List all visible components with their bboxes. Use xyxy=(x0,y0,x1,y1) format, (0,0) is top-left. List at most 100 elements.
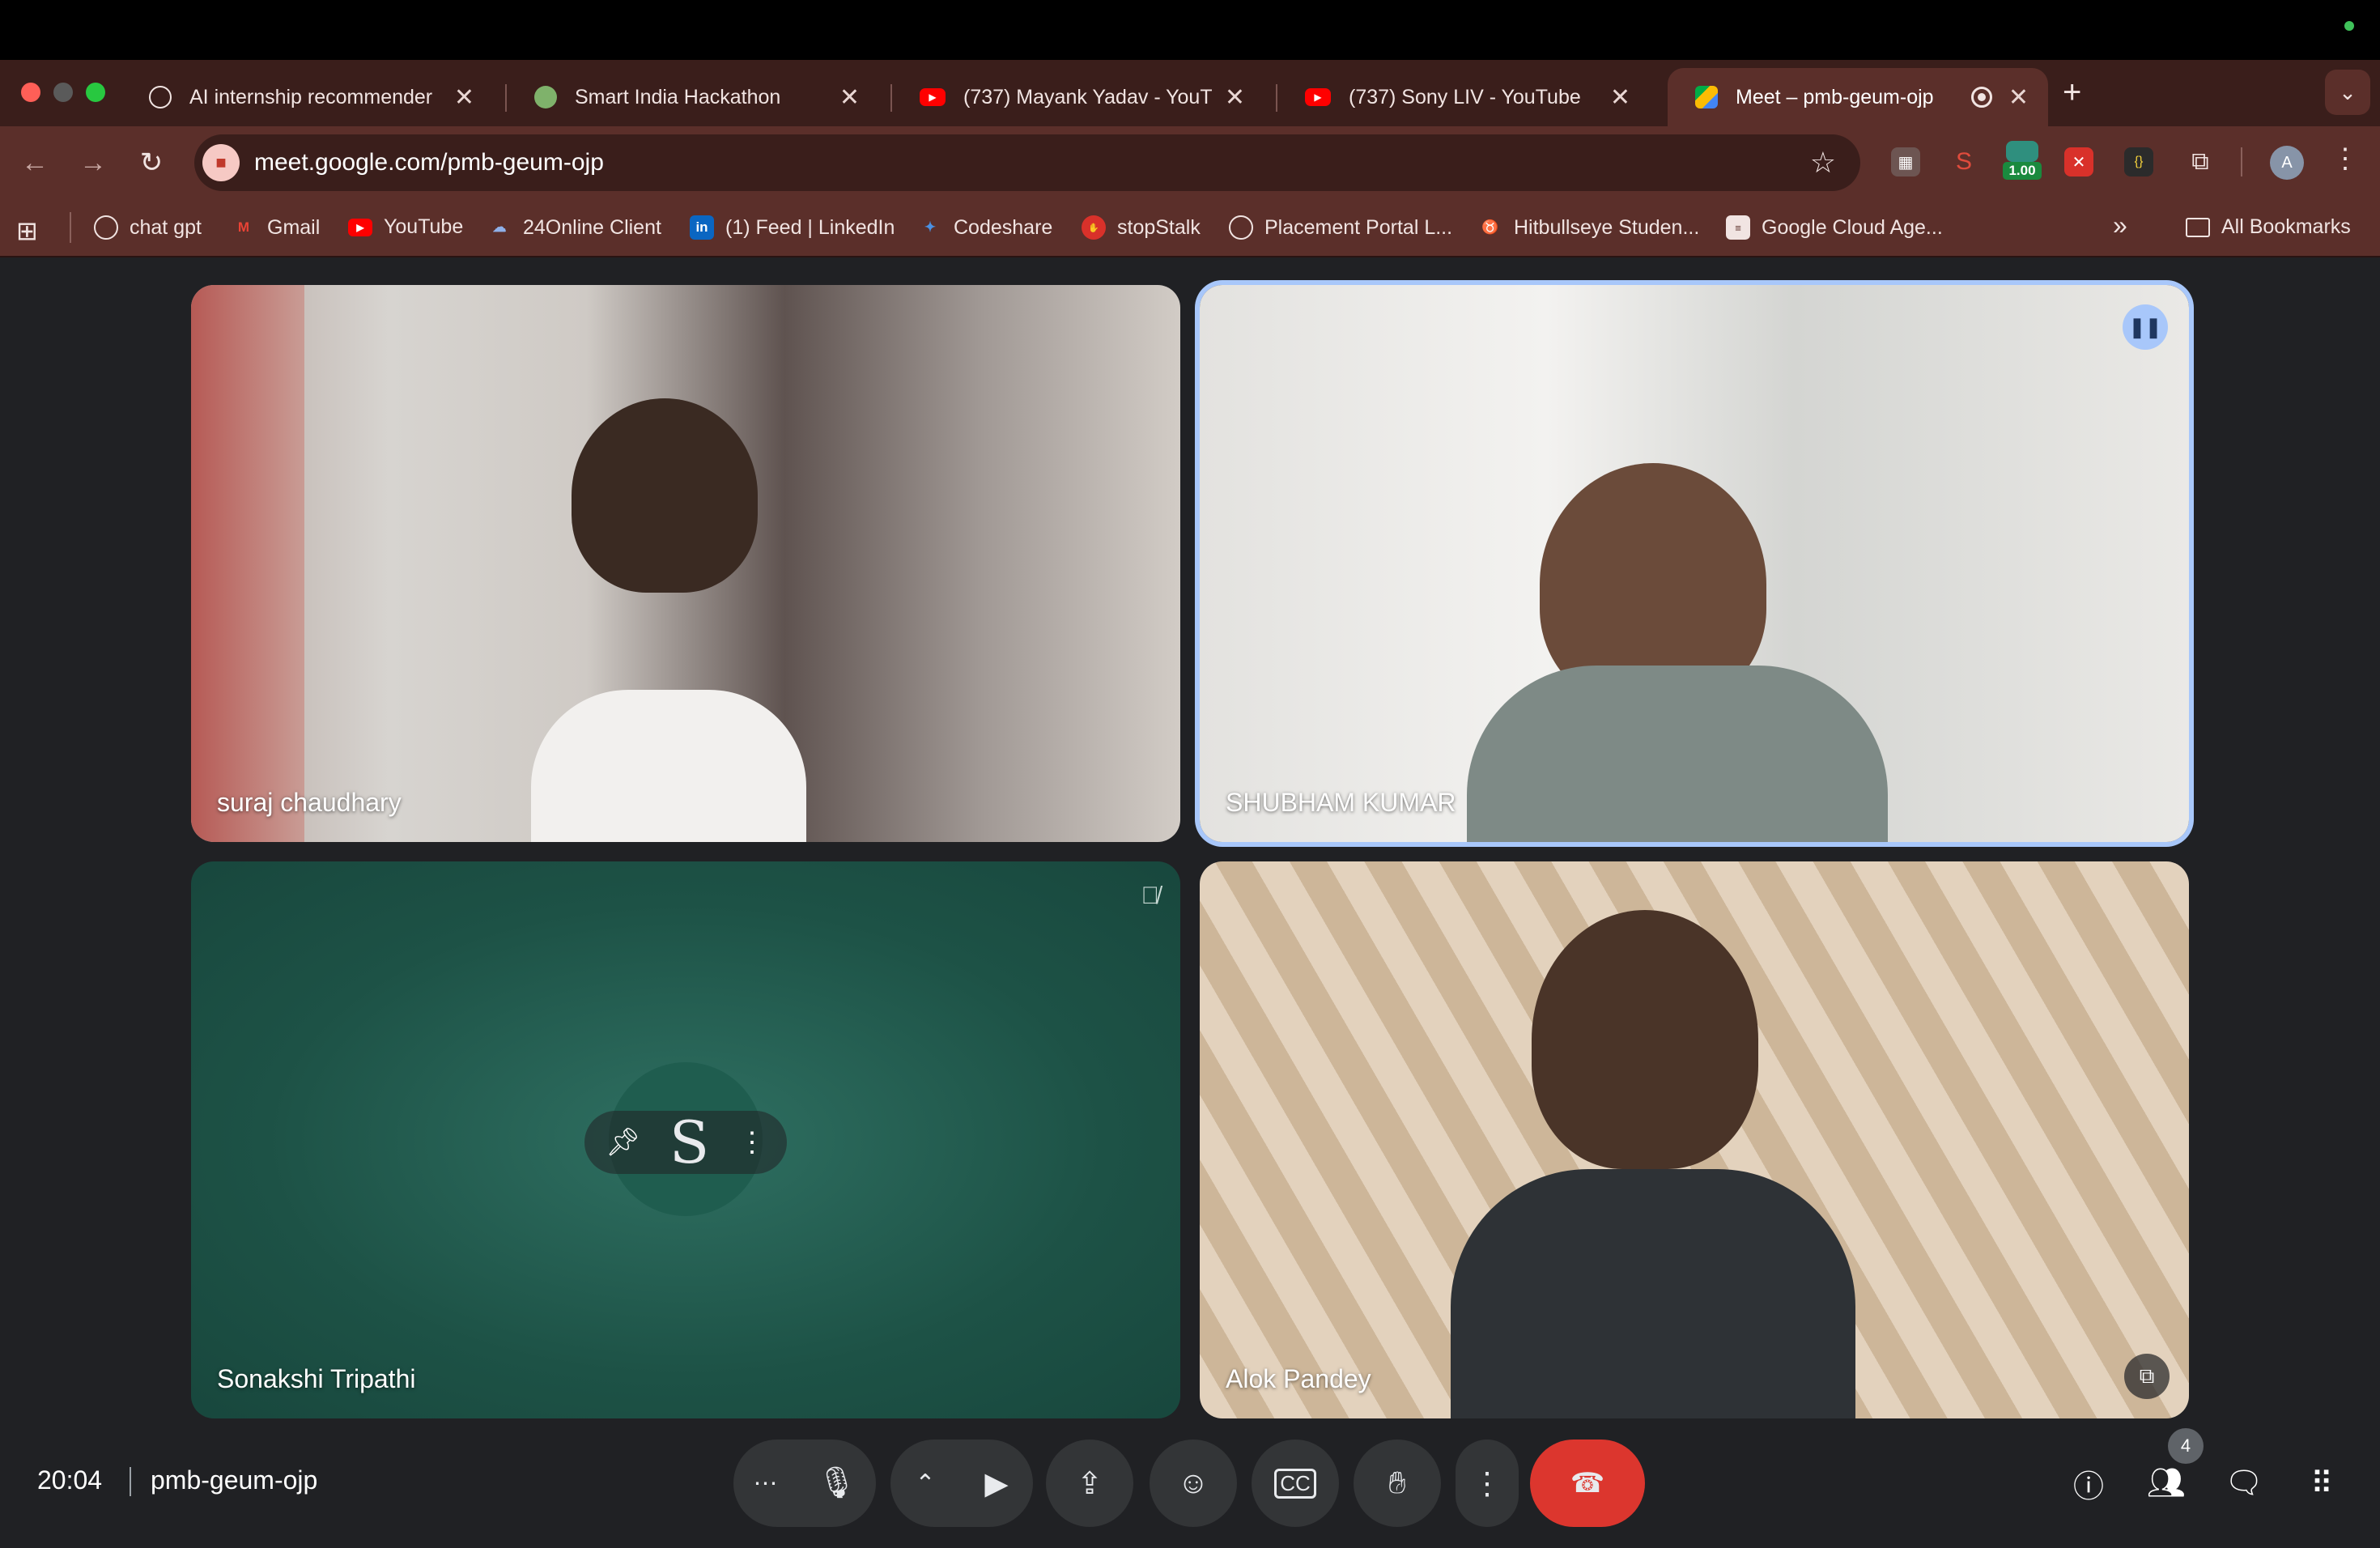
more-vert-icon[interactable]: ⋮ xyxy=(2331,142,2359,175)
leave-call-button[interactable]: ☎ xyxy=(1530,1440,1645,1527)
new-tab-button[interactable]: + xyxy=(2063,76,2081,108)
tab-meet[interactable]: Meet – pmb-geum-ojp ✕ xyxy=(1668,68,2048,126)
tab-smart-india-hackathon[interactable]: Smart India Hackathon ✕ xyxy=(507,68,879,126)
video-control-group: ⌃ ▶︎ xyxy=(890,1440,1033,1527)
cloud-icon: ☁ xyxy=(492,219,507,235)
back-icon[interactable]: ← xyxy=(16,144,53,181)
extension-icon[interactable] xyxy=(2006,141,2038,162)
folder-icon xyxy=(2186,217,2210,237)
close-tab-icon[interactable]: ✕ xyxy=(839,83,860,112)
bookmark-label: chat gpt xyxy=(130,215,202,239)
tab-mayank-yadav[interactable]: ▶ (737) Mayank Yadav - YouTub ✕ xyxy=(892,68,1264,126)
maximize-window-button[interactable] xyxy=(86,83,105,102)
doc-icon: ≡ xyxy=(1726,215,1750,240)
bookmark-linkedin[interactable]: in (1) Feed | LinkedIn xyxy=(690,215,895,240)
meeting-clock: 20:04 xyxy=(37,1465,103,1495)
avatar-letter: S xyxy=(669,1108,710,1176)
tile-hover-menu: 📌︎ S ⋮ xyxy=(584,1108,787,1176)
speaking-indicator-icon: ❚❚ xyxy=(2123,304,2168,350)
all-bookmarks-button[interactable]: All Bookmarks xyxy=(2186,215,2351,239)
openai-icon xyxy=(149,86,172,108)
participant-video-body xyxy=(1467,666,1888,842)
participant-tile[interactable]: ❚❚ SHUBHAM KUMAR xyxy=(1200,285,2189,842)
apps-grid-icon[interactable]: ⊞ xyxy=(16,215,38,246)
profile-avatar[interactable]: A xyxy=(2270,146,2304,180)
microphone-button[interactable]: 🎙︎ xyxy=(817,1465,856,1501)
audio-control-group: ⋯ 🎙︎ xyxy=(733,1440,876,1527)
youtube-icon: ▶ xyxy=(1305,88,1331,106)
participant-tile[interactable]: suraj chaudhary xyxy=(191,285,1180,842)
tab-title: Meet – pmb-geum-ojp xyxy=(1736,85,1934,108)
bookmark-24online[interactable]: ☁ 24Online Client xyxy=(487,215,661,240)
bookmark-hitbullseye[interactable]: ♉ Hitbullseye Studen... xyxy=(1478,215,1699,240)
curtain xyxy=(191,285,304,842)
globe-icon xyxy=(534,86,557,108)
camera-button[interactable]: ▶︎ xyxy=(984,1465,1008,1502)
captions-icon: CC xyxy=(1274,1468,1316,1499)
hand-icon: ✋︎ xyxy=(1388,1465,1406,1500)
bookmark-youtube[interactable]: ▶ YouTube xyxy=(348,215,463,239)
recording-icon xyxy=(1970,87,1992,108)
bookmark-gmail[interactable]: M Gmail xyxy=(232,215,320,240)
emoji-icon: ☺ xyxy=(1177,1465,1209,1500)
more-vert-icon[interactable]: ⋮ xyxy=(738,1126,766,1159)
extension-icon[interactable]: S xyxy=(1949,147,1978,176)
tab-ai-internship[interactable]: AI internship recommender ✕ xyxy=(121,68,494,126)
more-vert-icon: ⋮ xyxy=(1472,1466,1502,1501)
close-window-button[interactable] xyxy=(21,83,40,102)
puzzle-icon[interactable]: ⧉ xyxy=(2186,147,2215,176)
extension-icon[interactable]: ✕ xyxy=(2064,147,2093,176)
minimize-window-button[interactable] xyxy=(53,83,73,102)
forward-icon[interactable]: → xyxy=(74,144,112,181)
meeting-info-icon[interactable]: ⓘ xyxy=(2063,1457,2114,1509)
close-tab-icon[interactable]: ✕ xyxy=(1225,83,1245,112)
bookmark-codeshare[interactable]: ✦ Codeshare xyxy=(918,215,1052,240)
tab-title: AI internship recommender xyxy=(189,85,433,108)
close-tab-icon[interactable]: ✕ xyxy=(1610,83,1630,112)
participant-video-head xyxy=(572,398,758,593)
bookmark-google-cloud[interactable]: ≡ Google Cloud Age... xyxy=(1726,215,1943,240)
bookmarks-bar: ⊞ chat gpt M Gmail ▶ YouTube ☁ 24Online Cli… xyxy=(0,199,2380,257)
reload-icon[interactable]: ↻ xyxy=(133,144,170,181)
participant-video-body xyxy=(1451,1169,1855,1418)
participant-tile[interactable]: ⧉ Alok Pandey xyxy=(1200,861,2189,1418)
tab-title: (737) Mayank Yadav - YouTub xyxy=(963,85,1212,108)
extension-icon[interactable]: {} xyxy=(2124,147,2153,176)
bookmark-stopstalk[interactable]: ✋ stopStalk xyxy=(1082,215,1201,240)
address-bar[interactable]: ■ meet.google.com/pmb-geum-ojp ☆ xyxy=(194,134,1860,191)
captions-button[interactable]: CC xyxy=(1252,1440,1339,1527)
activities-grid-icon[interactable]: ⠿ xyxy=(2296,1457,2348,1509)
bookmark-star-icon[interactable]: ☆ xyxy=(1810,146,1836,180)
status-dot xyxy=(2344,21,2354,31)
tab-sony-liv[interactable]: ▶ (737) Sony LIV - YouTube ✕ xyxy=(1277,68,1650,126)
people-icon[interactable]: 👥︎ xyxy=(2140,1457,2192,1509)
audio-options-button[interactable]: ⋯ xyxy=(753,1469,777,1498)
chat-icon[interactable]: 🗨︎ xyxy=(2218,1457,2270,1509)
chevron-up-icon[interactable]: ⌃ xyxy=(915,1469,935,1498)
bookmark-label: YouTube xyxy=(384,215,464,238)
participant-name: Alok Pandey xyxy=(1226,1364,1371,1393)
url-text[interactable]: meet.google.com/pmb-geum-ojp xyxy=(254,149,604,176)
picture-in-picture-icon[interactable]: ⧉ xyxy=(2124,1354,2170,1399)
more-options-button[interactable]: ⋮ xyxy=(1456,1440,1519,1527)
reactions-button[interactable]: ☺ xyxy=(1150,1440,1237,1527)
bookmark-label: (1) Feed | LinkedIn xyxy=(725,215,895,239)
pin-icon[interactable]: 📌︎ xyxy=(606,1126,640,1159)
tab-search-button[interactable]: ⌄ xyxy=(2325,70,2370,115)
present-screen-button[interactable]: ⇪ xyxy=(1046,1440,1133,1527)
bookmark-placement-portal[interactable]: Placement Portal L... xyxy=(1229,215,1452,240)
meet-icon xyxy=(1695,86,1718,108)
close-tab-icon[interactable]: ✕ xyxy=(2008,83,2029,112)
youtube-icon: ▶ xyxy=(920,88,946,106)
more-bookmarks-button[interactable]: » xyxy=(2113,211,2127,240)
video-camera-icon[interactable]: ■ xyxy=(202,144,240,181)
close-tab-icon[interactable]: ✕ xyxy=(454,83,474,112)
info-divider xyxy=(130,1467,131,1496)
raise-hand-button[interactable]: ✋︎ xyxy=(1354,1440,1441,1527)
bull-icon: ♉ xyxy=(1481,219,1499,235)
participant-tile[interactable]: 🎙̸ 📌︎ S ⋮ Sonakshi Tripathi xyxy=(191,861,1180,1418)
extension-icon[interactable]: ▦ xyxy=(1891,147,1920,176)
bookmark-chat-gpt[interactable]: chat gpt xyxy=(94,215,202,240)
present-icon: ⇪ xyxy=(1077,1466,1103,1501)
participant-name: SHUBHAM KUMAR xyxy=(1226,788,1456,817)
